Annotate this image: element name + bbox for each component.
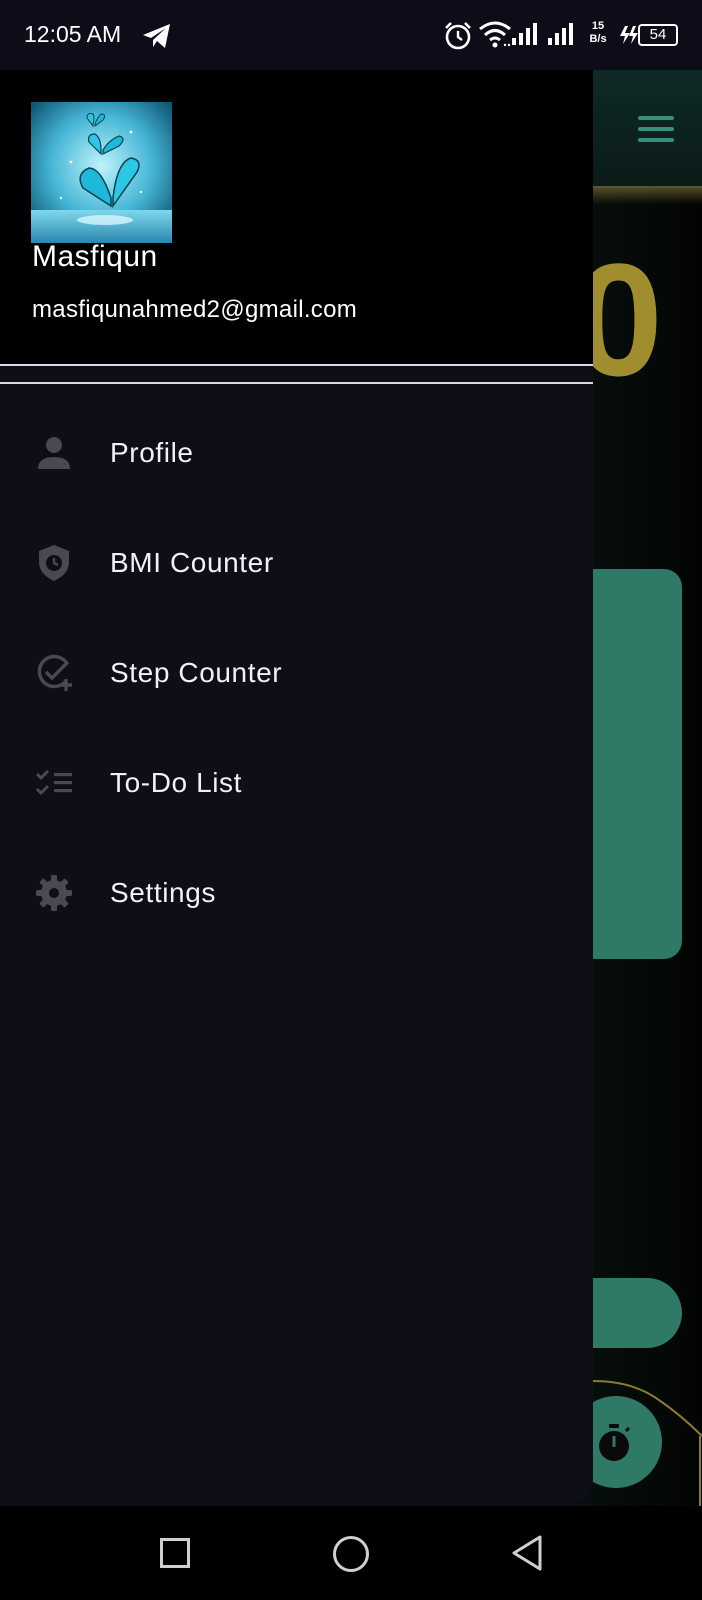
home-button[interactable] [333,1536,369,1572]
signal-icon [548,23,573,45]
network-speed-unit: B/s [589,33,607,45]
drawer-item-label: Step Counter [110,657,283,688]
back-button[interactable] [510,1534,544,1572]
drawer-header: Masfiqun masfiqunahmed2@gmail.com [0,70,593,366]
screen: 0 12:05 AM 15 B/s 54 Masfiqun masfiqunah… [0,0,702,1600]
signal-icon [512,23,537,45]
drawer-item-profile[interactable]: Profile [0,403,593,503]
butterfly-avatar [31,102,172,243]
user-email: masfiqunahmed2@gmail.com [32,296,358,323]
avatar[interactable] [31,102,172,243]
person-icon [38,437,70,469]
alarm-icon [445,22,471,50]
menu-icon[interactable] [638,116,674,142]
telegram-icon [143,24,170,48]
checklist-icon [35,769,72,796]
background-app-bar-glow [580,186,702,204]
wifi-icon [479,21,511,48]
drawer-item-step-counter[interactable]: Step Counter [0,623,593,723]
drawer-item-label: To-Do List [110,767,243,798]
status-bar: 12:05 AM 15 B/s 54 [0,0,702,70]
user-name: Masfiqun [32,240,158,273]
drawer-item-settings[interactable]: Settings [0,843,593,943]
drawer-item-bmi-counter[interactable]: BMI Counter [0,513,593,613]
shield-clock-icon [39,545,69,581]
divider [0,364,593,366]
gear-icon [36,875,72,911]
battery-icon: 54 [638,24,678,46]
recent-apps-button[interactable] [160,1538,190,1568]
timer-icon [599,1424,631,1461]
divider [0,382,593,384]
status-time: 12:05 AM [24,21,122,47]
charging-icon [620,26,638,44]
drawer-item-label: Profile [110,437,194,468]
navigation-drawer: Masfiqun masfiqunahmed2@gmail.com Profil… [0,70,593,1506]
check-plus-icon [37,654,72,691]
drawer-item-label: Settings [110,877,216,908]
network-speed-value: 15 [591,20,605,32]
network-speed: 15 B/s [586,20,610,46]
drawer-item-todo-list[interactable]: To-Do List [0,733,593,833]
drawer-item-label: BMI Counter [110,547,274,578]
